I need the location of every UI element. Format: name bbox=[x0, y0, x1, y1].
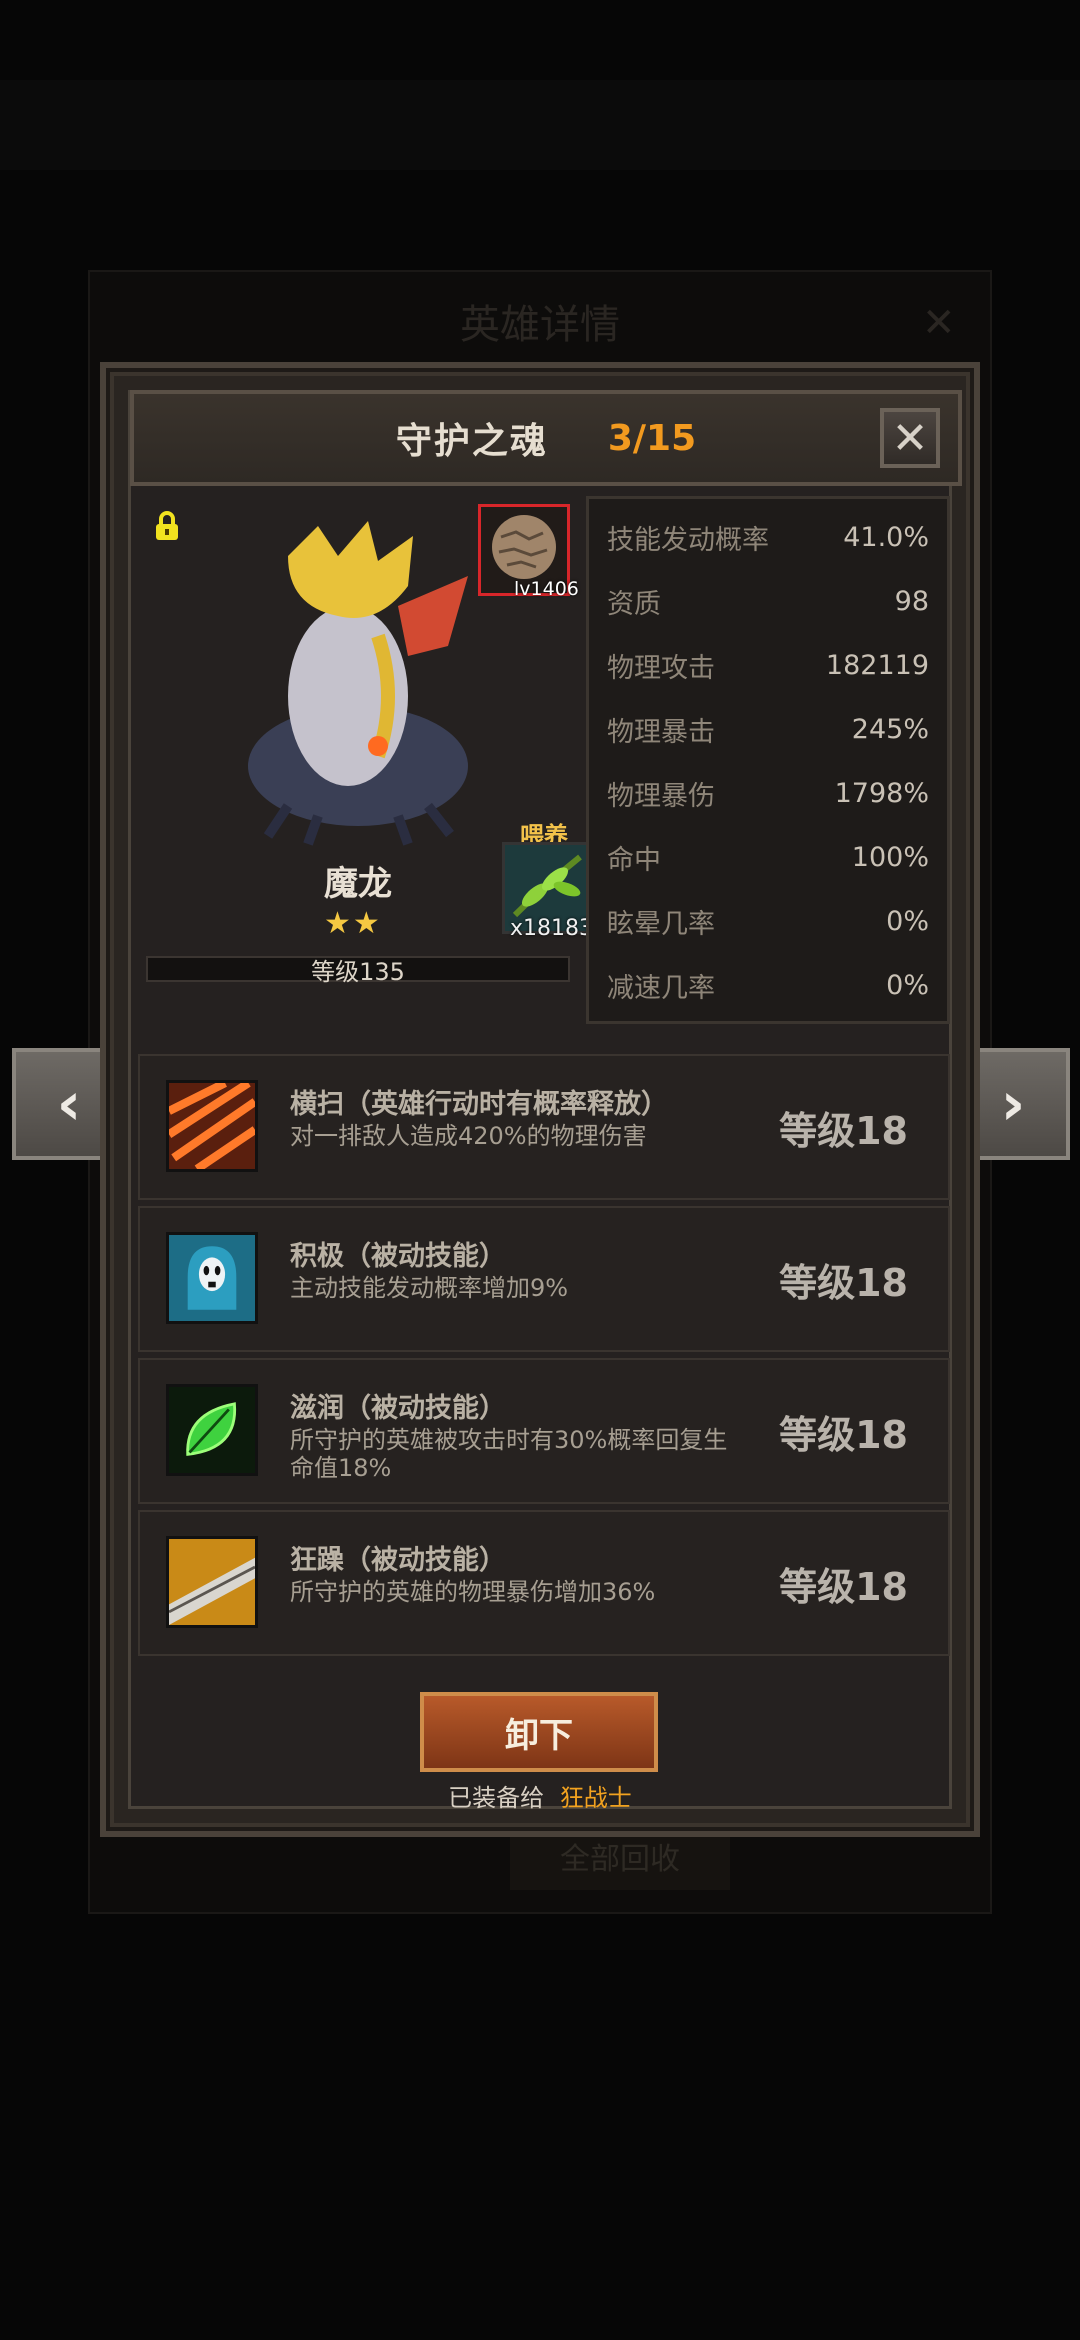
stat-name: 资质 bbox=[607, 588, 661, 620]
blade-icon bbox=[166, 1536, 258, 1628]
skill-row[interactable]: 积极（被动技能） 主动技能发动概率增加9% 等级18 bbox=[138, 1206, 950, 1352]
close-button[interactable]: ✕ bbox=[880, 408, 940, 468]
background-top-bar bbox=[0, 80, 1080, 170]
guardian-soul-dialog: 守护之魂 3/15 ✕ lv1406 喂养 x18183 魔龙 ★★ 等级135… bbox=[100, 362, 980, 1837]
ghost-icon bbox=[166, 1232, 258, 1324]
stat-row: 减速几率 0% bbox=[607, 953, 929, 1017]
skill-description: 所守护的英雄被攻击时有30%概率回复生命值18% bbox=[290, 1426, 728, 1482]
background-title: 英雄详情 bbox=[460, 302, 620, 348]
item-level: lv1406 bbox=[514, 578, 579, 600]
stat-row: 命中 100% bbox=[607, 825, 929, 889]
stat-value: 245% bbox=[851, 713, 929, 745]
equipped-status: 已装备给 狂战士 bbox=[0, 1778, 1080, 1813]
skill-name: 狂躁（被动技能） bbox=[290, 1545, 506, 1576]
leaf-icon bbox=[166, 1384, 258, 1476]
chevron-left-icon: ‹ bbox=[56, 1069, 82, 1139]
stat-name: 物理暴击 bbox=[607, 716, 715, 748]
stat-value: 182119 bbox=[825, 649, 929, 681]
skill-name: 滋润（被动技能） bbox=[290, 1393, 506, 1424]
skill-level: 等级18 bbox=[779, 1413, 908, 1457]
dialog-title: 守护之魂 bbox=[395, 421, 548, 462]
hero-level: 等级135 bbox=[311, 958, 405, 986]
skill-description: 所守护的英雄的物理暴伤增加36% bbox=[290, 1578, 656, 1606]
stat-row: 技能发动概率 41.0% bbox=[607, 505, 929, 569]
stat-row: 眩晕几率 0% bbox=[607, 889, 929, 953]
unload-button[interactable]: 卸下 bbox=[420, 1692, 658, 1772]
dragon-portrait bbox=[248, 521, 468, 846]
hero-name: 魔龙 bbox=[324, 864, 392, 904]
slash-icon bbox=[166, 1080, 258, 1172]
stat-name: 物理攻击 bbox=[607, 652, 715, 684]
skill-row[interactable]: 狂躁（被动技能） 所守护的英雄的物理暴伤增加36% 等级18 bbox=[138, 1510, 950, 1656]
lock-icon[interactable] bbox=[152, 510, 182, 542]
skill-level: 等级18 bbox=[779, 1109, 908, 1153]
stat-value: 41.0% bbox=[843, 521, 929, 553]
stat-value: 0% bbox=[886, 905, 929, 937]
skill-level: 等级18 bbox=[779, 1261, 908, 1305]
stat-row: 物理攻击 182119 bbox=[607, 633, 929, 697]
skill-row[interactable]: 滋润（被动技能） 所守护的英雄被攻击时有30%概率回复生命值18% 等级18 bbox=[138, 1358, 950, 1504]
skill-row[interactable]: 横扫（英雄行动时有概率释放） 对一排敌人造成420%的物理伤害 等级18 bbox=[138, 1054, 950, 1200]
stat-row: 资质 98 bbox=[607, 569, 929, 633]
stats-panel: 技能发动概率 41.0% 资质 98 物理攻击 182119 物理暴击 245%… bbox=[586, 496, 950, 1024]
stat-name: 物理暴伤 bbox=[607, 780, 715, 812]
hero-portrait-area: lv1406 喂养 x18183 魔龙 ★★ 等级135 bbox=[138, 496, 594, 1016]
equipped-label: 已装备给 bbox=[448, 1784, 545, 1812]
stat-name: 命中 bbox=[607, 844, 661, 876]
stat-value: 100% bbox=[851, 841, 929, 873]
stat-value: 0% bbox=[886, 969, 929, 1001]
stat-value: 1798% bbox=[834, 777, 929, 809]
skill-name: 横扫（英雄行动时有概率释放） bbox=[290, 1089, 668, 1120]
dialog-title-bar: 守护之魂 3/15 ✕ bbox=[130, 390, 962, 486]
background-close-icon: ✕ bbox=[922, 300, 956, 346]
skill-name: 积极（被动技能） bbox=[290, 1241, 506, 1272]
stat-name: 减速几率 bbox=[607, 972, 715, 1004]
star-rating: ★★ bbox=[324, 906, 382, 941]
stat-name: 眩晕几率 bbox=[607, 908, 715, 940]
skill-description: 对一排敌人造成420%的物理伤害 bbox=[290, 1122, 647, 1150]
stat-value: 98 bbox=[894, 585, 929, 617]
close-icon: ✕ bbox=[891, 412, 929, 464]
skill-description: 主动技能发动概率增加9% bbox=[290, 1274, 569, 1302]
skill-level: 等级18 bbox=[779, 1565, 908, 1609]
background-bottom-button: 全部回收 bbox=[510, 1830, 730, 1890]
stat-row: 物理暴击 245% bbox=[607, 697, 929, 761]
feed-count: x18183 bbox=[510, 916, 594, 941]
stat-row: 物理暴伤 1798% bbox=[607, 761, 929, 825]
dialog-count: 3/15 bbox=[607, 417, 697, 459]
stat-name: 技能发动概率 bbox=[607, 524, 769, 556]
chevron-right-icon: › bbox=[1000, 1069, 1026, 1139]
equipped-hero-name: 狂战士 bbox=[559, 1784, 632, 1812]
